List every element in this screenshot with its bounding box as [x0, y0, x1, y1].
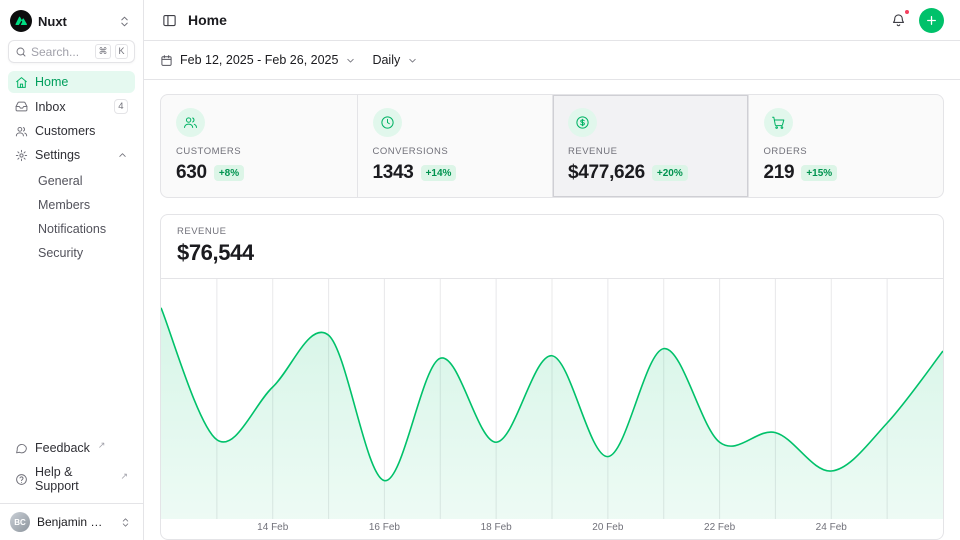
- sidebar: Nuxt ⌘ K Home Inbox 4 Customers Settings: [0, 0, 144, 540]
- stat-card-orders[interactable]: ORDERS 219 +15%: [748, 95, 944, 197]
- external-link-icon: ↗: [98, 440, 106, 451]
- chevron-down-icon: [345, 55, 356, 66]
- sidebar-item-label: Feedback: [35, 441, 90, 455]
- chevrons-up-down-icon: [118, 15, 131, 28]
- stat-card-conversions[interactable]: CONVERSIONS 1343 +14%: [357, 95, 553, 197]
- main-area: Home Feb 12, 2025 - Feb 26, 2025 Daily: [144, 0, 960, 540]
- message-bubble-icon: [15, 442, 28, 455]
- stat-value: 219: [764, 162, 795, 184]
- stat-delta-badge: +8%: [214, 165, 244, 181]
- sidebar-footer: Feedback ↗ Help & Support ↗: [8, 437, 135, 503]
- x-tick-label: 16 Feb: [369, 522, 400, 533]
- cart-icon: [764, 108, 793, 137]
- add-button[interactable]: [919, 8, 944, 33]
- sidebar-item-home[interactable]: Home: [8, 71, 135, 93]
- sidebar-item-general[interactable]: General: [8, 170, 135, 192]
- sidebar-item-label: Settings: [35, 148, 80, 162]
- chevrons-up-down-icon: [118, 515, 133, 530]
- sidebar-item-inbox[interactable]: Inbox 4: [8, 95, 135, 118]
- sidebar-collapse-button[interactable]: [116, 13, 133, 30]
- sidebar-item-settings[interactable]: Settings: [8, 144, 135, 166]
- stat-card-revenue[interactable]: REVENUE $477,626 +20%: [552, 95, 748, 197]
- sidebar-item-label: Customers: [35, 124, 95, 138]
- external-link-icon: ↗: [120, 471, 128, 482]
- sidebar-item-help-support[interactable]: Help & Support ↗: [8, 461, 135, 497]
- sidebar-item-members[interactable]: Members: [8, 194, 135, 216]
- sidebar-nav: Home Inbox 4 Customers Settings General …: [8, 71, 135, 264]
- date-range-value: Feb 12, 2025 - Feb 26, 2025: [180, 53, 338, 67]
- x-tick-label: 20 Feb: [592, 522, 623, 533]
- user-menu[interactable]: BC Benjamin Canac: [0, 503, 143, 540]
- stat-card-customers[interactable]: CUSTOMERS 630 +8%: [161, 95, 357, 197]
- sidebar-item-feedback[interactable]: Feedback ↗: [8, 437, 135, 459]
- sidebar-toggle-button[interactable]: [160, 11, 179, 30]
- revenue-chart-card: REVENUE $76,544 14 Feb 16 Feb 18 Feb 20 Feb…: [160, 214, 944, 540]
- sidebar-item-customers[interactable]: Customers: [8, 120, 135, 142]
- gear-icon: [15, 149, 28, 162]
- stat-value: $477,626: [568, 162, 645, 184]
- chart-x-labels: 14 Feb 16 Feb 18 Feb 20 Feb 22 Feb 24 Feb: [161, 519, 943, 539]
- chevron-down-icon: [407, 55, 418, 66]
- revenue-chart[interactable]: [161, 279, 943, 519]
- page-header: Home: [144, 0, 960, 41]
- brand-name: Nuxt: [38, 14, 110, 29]
- filters-toolbar: Feb 12, 2025 - Feb 26, 2025 Daily: [144, 41, 960, 80]
- panel-left-icon: [162, 13, 177, 28]
- stat-delta-badge: +15%: [801, 165, 837, 181]
- settings-subnav: General Members Notifications Security: [8, 170, 135, 264]
- stat-delta-badge: +14%: [421, 165, 457, 181]
- notification-dot: [904, 9, 910, 15]
- sidebar-item-label: Home: [35, 75, 68, 89]
- users-icon: [15, 125, 28, 138]
- page-title: Home: [188, 12, 227, 28]
- kbd-k: K: [115, 44, 128, 59]
- x-tick-label: 18 Feb: [481, 522, 512, 533]
- bell-icon: [891, 13, 906, 28]
- stat-delta-badge: +20%: [652, 165, 688, 181]
- inbox-count-badge: 4: [114, 99, 128, 114]
- stat-label: CUSTOMERS: [176, 146, 342, 157]
- search-icon: [15, 46, 27, 58]
- chart-metric-label: REVENUE: [177, 226, 927, 237]
- x-tick-label: 14 Feb: [257, 522, 288, 533]
- calendar-icon: [160, 54, 173, 67]
- question-circle-icon: [15, 473, 28, 486]
- dashboard-content: CUSTOMERS 630 +8% CONVERSIONS 1343 +14% …: [144, 80, 960, 540]
- stat-label: ORDERS: [764, 146, 929, 157]
- kbd-meta: ⌘: [95, 44, 111, 59]
- stat-value: 630: [176, 162, 207, 184]
- dollar-circle-icon: [568, 108, 597, 137]
- home-icon: [15, 76, 28, 89]
- plus-icon: [925, 14, 938, 27]
- user-name: Benjamin Canac: [37, 515, 111, 529]
- stat-label: CONVERSIONS: [373, 146, 538, 157]
- header-actions: [889, 8, 944, 33]
- granularity-select[interactable]: Daily: [372, 49, 418, 71]
- stat-label: REVENUE: [568, 146, 733, 157]
- date-range-picker[interactable]: Feb 12, 2025 - Feb 26, 2025: [160, 49, 356, 71]
- sidebar-item-security[interactable]: Security: [8, 242, 135, 264]
- avatar: BC: [10, 512, 30, 532]
- sidebar-item-notifications[interactable]: Notifications: [8, 218, 135, 240]
- stat-value: 1343: [373, 162, 414, 184]
- x-tick-label: 24 Feb: [816, 522, 847, 533]
- chart-header: REVENUE $76,544: [161, 215, 943, 279]
- x-tick-label: 22 Feb: [704, 522, 735, 533]
- sidebar-item-label: Inbox: [35, 100, 66, 114]
- chart-metric-value: $76,544: [177, 240, 927, 266]
- search-box[interactable]: ⌘ K: [8, 40, 135, 63]
- stats-panel: CUSTOMERS 630 +8% CONVERSIONS 1343 +14% …: [160, 94, 944, 198]
- granularity-value: Daily: [372, 53, 400, 67]
- users-icon: [176, 108, 205, 137]
- clock-icon: [373, 108, 402, 137]
- search-input[interactable]: [31, 45, 91, 59]
- inbox-icon: [15, 100, 28, 113]
- nuxt-logo-icon: [10, 10, 32, 32]
- brand-row: Nuxt: [8, 8, 135, 40]
- sidebar-item-label: Help & Support: [35, 465, 112, 493]
- notifications-button[interactable]: [889, 11, 908, 30]
- chevron-up-icon: [117, 150, 128, 161]
